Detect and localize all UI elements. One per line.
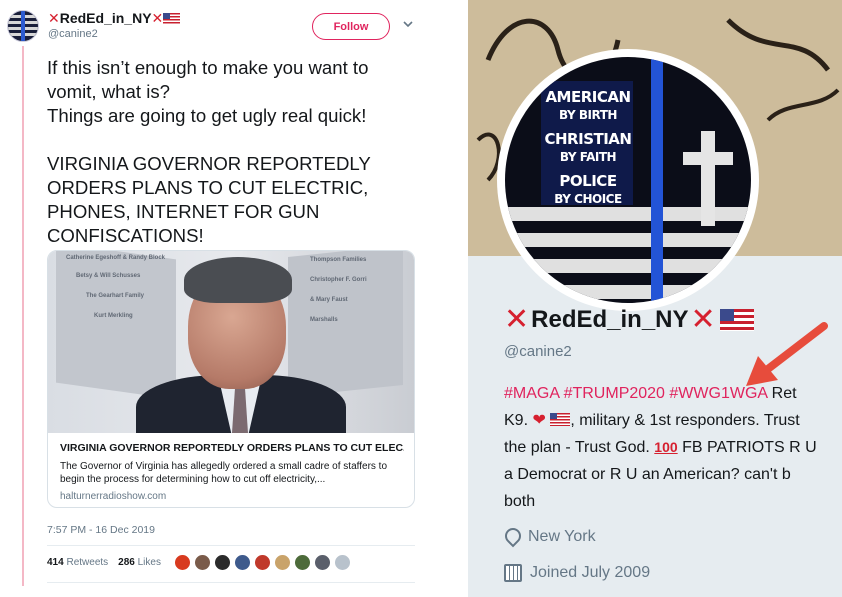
- avatar-text: AMERICAN: [545, 88, 631, 106]
- retweets-count: 414: [47, 557, 64, 568]
- tweet-panel: ✕RedEd_in_NY✕ @canine2 Follow If this is…: [0, 0, 432, 597]
- likes-stat[interactable]: 286 Likes: [118, 557, 161, 568]
- tweet-timestamp[interactable]: 7:57 PM - 16 Dec 2019: [47, 524, 155, 536]
- liker-avatar[interactable]: [194, 554, 211, 571]
- us-flag-icon: [163, 13, 181, 24]
- card-description: The Governor of Virginia has allegedly o…: [60, 461, 388, 485]
- retweets-stat[interactable]: 414 Retweets: [47, 557, 108, 568]
- heart-icon: ❤: [532, 412, 546, 429]
- plaque-text: Betsy & Will Schusses: [76, 273, 141, 279]
- profile-joined: Joined July 2009: [504, 564, 650, 582]
- plaque-text: Catherine Egeshoff & Randy Block: [66, 255, 166, 261]
- likes-label: Likes: [137, 557, 161, 568]
- memorial-plaque-right: [288, 251, 403, 398]
- card-image: Catherine Egeshoff & Randy Block Betsy &…: [48, 251, 414, 433]
- calendar-icon: [504, 564, 522, 582]
- tweet-text: If this isn’t enough to make you want to…: [47, 57, 371, 246]
- likes-count: 286: [118, 557, 135, 568]
- close-x-icon: ✕: [151, 10, 164, 26]
- close-x-icon: ✕: [48, 10, 60, 26]
- thread-line: [22, 46, 24, 586]
- profile-name-text: RedEd_in_NY: [531, 306, 689, 333]
- tweet-author-name[interactable]: ✕RedEd_in_NY✕: [48, 10, 181, 27]
- liker-avatar[interactable]: [274, 554, 291, 571]
- profile-avatar[interactable]: AMERICAN BY BIRTH CHRISTIAN BY FAITH POL…: [497, 49, 759, 311]
- profile-panel: AMERICAN BY BIRTH CHRISTIAN BY FAITH POL…: [468, 0, 842, 597]
- retweets-label: Retweets: [66, 557, 109, 568]
- close-x-icon: ✕: [504, 303, 530, 336]
- hundred-points-icon: 100: [654, 439, 678, 455]
- plaque-text: Marshalls: [310, 317, 338, 323]
- tweet-author-handle[interactable]: @canine2: [48, 28, 98, 40]
- chevron-down-icon[interactable]: [402, 18, 414, 30]
- profile-joined-text: Joined July 2009: [530, 564, 651, 581]
- profile-bio: #MAGA #TRUMP2020 #WWG1WGA Ret K9. ❤ , mi…: [504, 380, 824, 515]
- avatar-text: BY FAITH: [559, 150, 617, 164]
- bio-hashtags[interactable]: #MAGA #TRUMP2020 #WWG1WGA: [504, 385, 767, 402]
- screenshot-composite: ✕RedEd_in_NY✕ @canine2 Follow If this is…: [0, 0, 842, 597]
- divider: [47, 545, 415, 546]
- liker-avatars: [174, 554, 351, 571]
- avatar-text: BY CHOICE: [554, 192, 622, 206]
- card-domain: halturnerradioshow.com: [60, 491, 167, 502]
- card-body: VIRGINIA GOVERNOR REPORTEDLY ORDERS PLAN…: [48, 433, 414, 507]
- location-pin-icon: [504, 528, 520, 546]
- tweet-author-avatar[interactable]: [7, 10, 39, 42]
- liker-avatar[interactable]: [314, 554, 331, 571]
- profile-handle: @canine2: [504, 343, 572, 360]
- person-hair: [184, 257, 292, 303]
- plaque-text: Christopher F. Gorri: [310, 277, 367, 283]
- liker-avatar[interactable]: [254, 554, 271, 571]
- liker-avatar[interactable]: [214, 554, 231, 571]
- plaque-text: Kurt Merkling: [94, 313, 133, 319]
- us-flag-icon: [550, 413, 571, 426]
- link-preview-card[interactable]: Catherine Egeshoff & Randy Block Betsy &…: [47, 250, 415, 508]
- liker-avatar[interactable]: [234, 554, 251, 571]
- liker-avatar[interactable]: [334, 554, 351, 571]
- tweet-author-name-text: RedEd_in_NY: [59, 10, 152, 26]
- plaque-text: & Mary Faust: [310, 297, 348, 303]
- liker-avatar[interactable]: [294, 554, 311, 571]
- close-x-icon: ✕: [690, 303, 716, 336]
- profile-name: ✕ RedEd_in_NY ✕: [504, 303, 754, 336]
- profile-location: New York: [504, 528, 596, 546]
- follow-button[interactable]: Follow: [312, 13, 390, 40]
- profile-location-text: New York: [528, 528, 596, 545]
- plaque-text: Thompson Families: [310, 257, 367, 263]
- liker-avatar[interactable]: [174, 554, 191, 571]
- avatar-text: CHRISTIAN: [544, 130, 632, 148]
- red-arrow-annotation: [746, 322, 828, 386]
- plaque-text: The Gearhart Family: [86, 293, 145, 299]
- avatar-text: BY BIRTH: [559, 108, 617, 122]
- tweet-stats: 414 Retweets 286 Likes: [47, 557, 161, 568]
- divider: [47, 582, 415, 583]
- profile-avatar-image: AMERICAN BY BIRTH CHRISTIAN BY FAITH POL…: [505, 57, 751, 303]
- cross-icon: [701, 131, 715, 226]
- card-title: VIRGINIA GOVERNOR REPORTEDLY ORDERS PLAN…: [60, 442, 404, 454]
- avatar-text: POLICE: [559, 172, 617, 190]
